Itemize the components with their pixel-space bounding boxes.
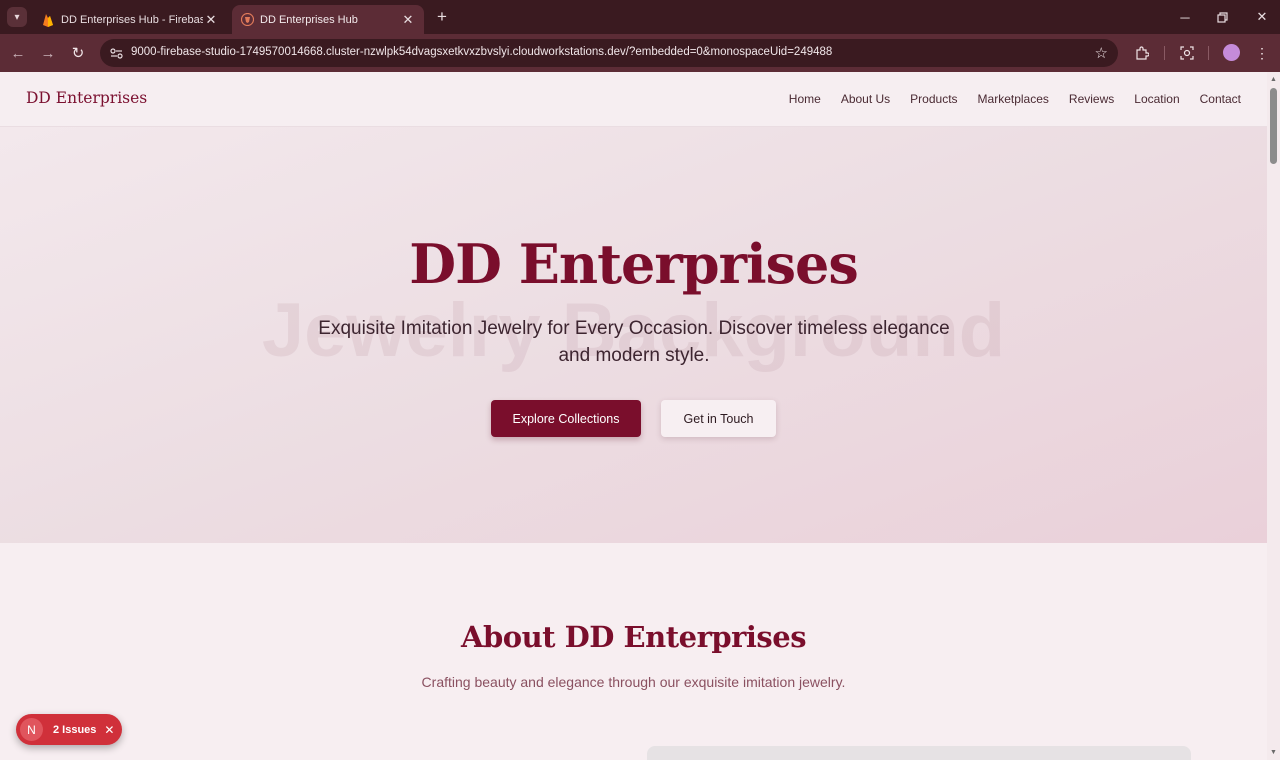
site-brand-logo[interactable]: DD Enterprises [26,89,147,107]
url-text: 9000-firebase-studio-1749570014668.clust… [131,46,833,58]
profile-avatar[interactable] [1223,44,1240,61]
extensions-puzzle-icon[interactable] [1132,43,1152,63]
scroll-down-arrow-icon[interactable]: ▼ [1269,748,1278,757]
scrollbar-thumb[interactable] [1270,88,1277,164]
issues-count-label[interactable]: 2 Issues [53,724,96,736]
page-scrollbar[interactable]: ▲ ▼ [1267,72,1280,760]
kebab-menu-icon[interactable]: ⋮ [1252,43,1272,63]
nav-home[interactable]: Home [789,92,821,106]
hero-title: DD Enterprises [409,232,859,296]
about-section-title: About DD Enterprises [460,620,807,654]
hero-subtitle: Exquisite Imitation Jewelry for Every Oc… [318,318,950,366]
scroll-up-arrow-icon[interactable]: ▲ [1269,75,1278,84]
tab-firebase-studio[interactable]: DD Enterprises Hub - Firebase Studio ✕ [33,5,227,34]
browser-toolbar: ← → ↻ 9000-firebase-studio-1749570014668… [0,34,1280,72]
nav-marketplaces[interactable]: Marketplaces [978,92,1049,106]
get-in-touch-button[interactable]: Get in Touch [661,400,776,437]
nav-products[interactable]: Products [910,92,957,106]
dismiss-close-icon[interactable]: ✕ [104,723,114,737]
site-settings-icon[interactable] [108,45,124,61]
minimize-icon[interactable]: ─ [1173,6,1197,28]
tab-close-icon[interactable]: ✕ [203,12,219,28]
tab-title: DD Enterprises Hub [260,13,358,26]
reload-icon[interactable]: ↻ [68,43,88,63]
lens-capture-icon[interactable] [1177,43,1197,63]
back-arrow-icon[interactable]: ← [8,43,28,63]
tab-search-dropdown-icon[interactable]: ▾ [7,7,27,27]
nav-about-us[interactable]: About Us [841,92,890,106]
site-shield-icon [240,13,254,27]
maximize-icon[interactable] [1210,6,1234,28]
nav-reviews[interactable]: Reviews [1069,92,1114,106]
bookmark-star-icon[interactable]: ☆ [1095,44,1108,62]
toolbar-divider [1164,46,1165,60]
site-header: DD Enterprises Home About Us Products Ma… [0,72,1267,127]
address-bar[interactable]: 9000-firebase-studio-1749570014668.clust… [100,39,1118,67]
page-viewport: DD Enterprises Home About Us Products Ma… [0,72,1267,760]
close-window-icon[interactable]: ✕ [1250,6,1274,28]
new-tab-plus-icon[interactable]: + [432,7,452,27]
tab-dd-enterprises-hub[interactable]: DD Enterprises Hub ✕ [232,5,424,34]
browser-tab-bar: ▾ DD Enterprises Hub - Firebase Studio ✕… [0,0,1280,34]
toolbar-divider [1208,46,1209,60]
main-nav: Home About Us Products Marketplaces Revi… [789,92,1241,106]
nextjs-logo-icon: N [20,718,43,741]
about-image-placeholder [647,746,1191,760]
nextjs-issues-badge[interactable]: N 2 Issues ✕ [16,714,122,745]
firebase-icon [41,13,55,27]
tab-title: DD Enterprises Hub - Firebase Studio [61,13,203,26]
about-section-subtitle: Crafting beauty and elegance through our… [421,674,846,690]
hero-section: Jewelry Background DD Enterprises Exquis… [0,127,1267,543]
forward-arrow-icon[interactable]: → [38,43,58,63]
tab-close-icon[interactable]: ✕ [400,12,416,28]
explore-collections-button[interactable]: Explore Collections [491,400,641,437]
nav-location[interactable]: Location [1134,92,1179,106]
nav-contact[interactable]: Contact [1200,92,1241,106]
